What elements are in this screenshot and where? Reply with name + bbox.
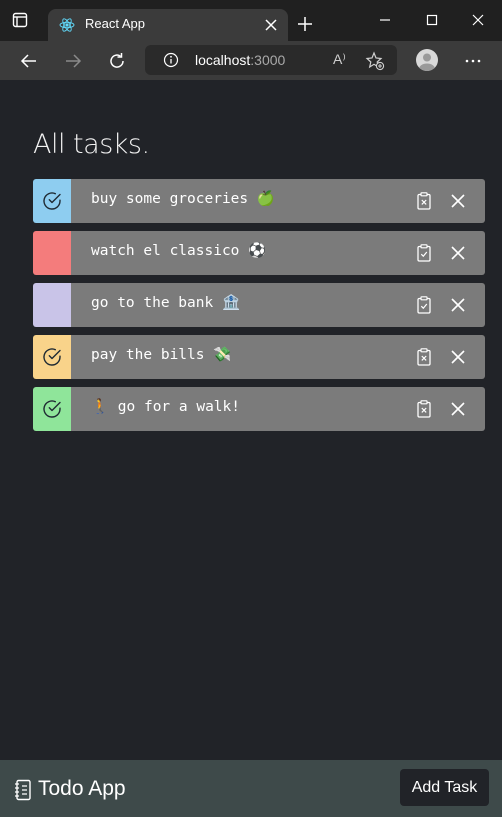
page-title: All tasks. xyxy=(33,129,150,160)
close-window-icon[interactable] xyxy=(470,12,486,28)
task-color-marker[interactable] xyxy=(33,231,71,275)
clipboard-icon[interactable] xyxy=(417,400,431,418)
app-content: All tasks. buy some groceries 🍏 watch el… xyxy=(0,80,502,760)
delete-icon[interactable] xyxy=(450,245,466,261)
task-item[interactable]: buy some groceries 🍏 xyxy=(33,179,485,223)
url-field[interactable]: localhost:3000 A⁾ xyxy=(145,45,397,75)
task-color-marker[interactable] xyxy=(33,335,71,379)
profile-icon[interactable] xyxy=(416,49,438,71)
close-tab-icon[interactable] xyxy=(264,18,278,32)
url-host: localhost xyxy=(195,52,251,68)
delete-icon[interactable] xyxy=(450,193,466,209)
task-color-marker[interactable] xyxy=(33,179,71,223)
task-item[interactable]: go to the bank 🏦 xyxy=(33,283,485,327)
check-circle-icon[interactable] xyxy=(41,346,63,368)
new-tab-icon[interactable] xyxy=(297,16,313,32)
task-text: 🚶 go for a walk! xyxy=(91,399,241,415)
favorites-add-icon[interactable] xyxy=(365,51,385,71)
browser-tab-bar: React App xyxy=(0,0,502,41)
window-menu-icon[interactable] xyxy=(11,11,29,29)
minimize-icon[interactable] xyxy=(377,12,393,28)
delete-icon[interactable] xyxy=(450,349,466,365)
url-port: :3000 xyxy=(250,52,286,68)
task-text: pay the bills 💸 xyxy=(91,347,232,363)
address-bar: localhost:3000 A⁾ xyxy=(0,41,502,80)
check-circle-icon[interactable] xyxy=(41,398,63,420)
info-icon[interactable] xyxy=(163,52,179,68)
app-title: Todo App xyxy=(38,777,126,800)
delete-icon[interactable] xyxy=(450,297,466,313)
add-task-button[interactable]: Add Task xyxy=(400,769,489,806)
task-color-marker[interactable] xyxy=(33,283,71,327)
task-text: go to the bank 🏦 xyxy=(91,295,241,311)
task-text: buy some groceries 🍏 xyxy=(91,191,275,207)
task-body: buy some groceries 🍏 xyxy=(71,179,485,223)
clipboard-icon[interactable] xyxy=(417,244,431,262)
task-body: go to the bank 🏦 xyxy=(71,283,485,327)
clipboard-icon[interactable] xyxy=(417,296,431,314)
task-body: pay the bills 💸 xyxy=(71,335,485,379)
notebook-icon xyxy=(14,779,32,801)
url-text: localhost:3000 xyxy=(195,52,285,68)
task-text: watch el classico ⚽ xyxy=(91,243,267,259)
task-body: 🚶 go for a walk! xyxy=(71,387,485,431)
clipboard-icon[interactable] xyxy=(417,348,431,366)
refresh-icon[interactable] xyxy=(107,51,127,71)
check-circle-icon[interactable] xyxy=(41,190,63,212)
back-icon[interactable] xyxy=(19,51,39,71)
tab-title: React App xyxy=(85,16,145,31)
task-item[interactable]: 🚶 go for a walk! xyxy=(33,387,485,431)
task-item[interactable]: pay the bills 💸 xyxy=(33,335,485,379)
task-item[interactable]: watch el classico ⚽ xyxy=(33,231,485,275)
maximize-icon[interactable] xyxy=(424,12,440,28)
read-aloud-icon[interactable]: A⁾ xyxy=(333,51,353,69)
footer-bar: Todo App Add Task xyxy=(0,760,502,817)
task-color-marker[interactable] xyxy=(33,387,71,431)
react-favicon-icon xyxy=(59,17,75,33)
clipboard-icon[interactable] xyxy=(417,192,431,210)
delete-icon[interactable] xyxy=(450,401,466,417)
browser-tab[interactable]: React App xyxy=(48,9,288,41)
task-body: watch el classico ⚽ xyxy=(71,231,485,275)
forward-icon[interactable] xyxy=(63,51,83,71)
more-icon[interactable] xyxy=(463,51,483,71)
